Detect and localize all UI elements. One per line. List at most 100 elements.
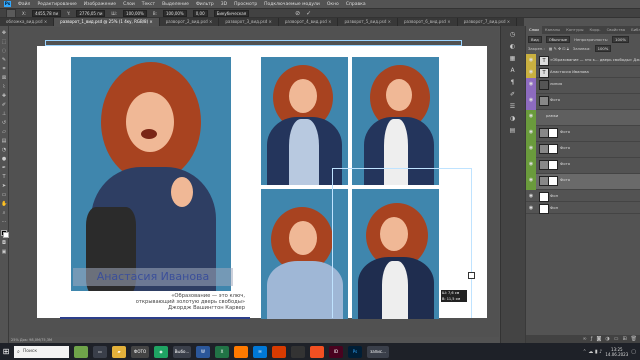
opacity-field[interactable]: 100% [612,36,629,43]
name-caption[interactable]: Анастасия Иванова [73,268,233,286]
layer-row[interactable]: ◉ линия [526,78,640,94]
tab-paths[interactable]: Контуры [563,26,586,34]
layer-row[interactable]: ◉ Фон [526,202,640,214]
menu-edit[interactable]: Редактирование [37,2,76,7]
word-icon[interactable]: W [196,345,210,358]
w-field[interactable]: 100,00% [123,9,147,17]
adjustments-panel-icon[interactable]: ◑ [508,114,517,123]
path-select-tool-icon[interactable]: ➤ [1,183,7,189]
quote-text[interactable]: «Образование — это ключ, открывающий зол… [120,293,245,311]
h-field[interactable]: 100,00% [162,9,187,17]
crop-tool-icon[interactable]: ⌗ [1,66,7,72]
photo-top-left[interactable] [261,57,348,185]
quick-select-tool-icon[interactable]: ✎ [1,57,7,63]
menu-3d[interactable]: 3D [221,2,227,7]
tray-icons[interactable]: ⌃ ☁ ▮ ♪ [582,349,602,355]
tab-adjustments[interactable]: Корр. [587,26,604,34]
visibility-eye-icon[interactable]: ◉ [528,128,534,136]
app-icon[interactable] [310,345,324,358]
interpolation-select[interactable]: Бикубическая [213,9,250,17]
new-group-icon[interactable]: ▭ [614,335,619,343]
layer-row[interactable]: ◉ Фото [526,158,640,174]
tab-document[interactable]: обложка_вид.psd × [0,18,55,26]
tab-document[interactable]: разворот_4_вид.psd × [278,18,339,26]
visibility-eye-icon[interactable]: ◉ [528,192,534,200]
app-icon[interactable] [272,345,286,358]
blur-tool-icon[interactable]: ◔ [1,147,7,153]
menu-window[interactable]: Окно [327,2,339,7]
menu-type[interactable]: Текст [142,2,155,7]
photoshop-icon[interactable]: Ps [348,345,362,358]
move-tool-icon[interactable]: ✥ [1,30,7,36]
cancel-transform-icon[interactable]: ⊘ [295,10,300,17]
transform-tool-icon[interactable] [6,8,16,18]
color-panel-icon[interactable]: ◐ [508,42,517,51]
libraries-panel-icon[interactable]: ▤ [508,126,517,135]
y-field[interactable]: 2776,05 пи [76,9,106,17]
photo-top-right[interactable] [352,57,439,185]
history-brush-tool-icon[interactable]: ↺ [1,120,7,126]
marquee-tool-icon[interactable]: ⬚ [1,39,7,45]
properties-panel-icon[interactable]: ☰ [508,102,517,111]
tab-libraries[interactable]: Библ. [628,26,640,34]
taskbar-app-photos[interactable]: ФОТО [131,345,149,358]
quick-mask-icon[interactable]: ◘ [1,240,7,246]
tab-document-active[interactable]: разворот_1_вид.psd @ 25% (1 4ку, RGB/8) … [54,18,160,26]
app-icon[interactable] [291,345,305,358]
photoshop-logo-icon[interactable]: Ps [4,1,11,7]
layer-row-selected[interactable]: ◉ Фото [526,174,640,190]
blend-mode-select[interactable]: Обычные [545,36,571,43]
brush-tool-icon[interactable]: ✐ [1,102,7,108]
paragraph-panel-icon[interactable]: ¶ [508,78,517,87]
tab-document[interactable]: разворот_6_вид.psd × [398,18,458,26]
clock[interactable]: 13:25 14.06.2023 [605,347,628,357]
gradient-tool-icon[interactable]: ▤ [1,138,7,144]
brush-panel-icon[interactable]: ✐ [508,90,517,99]
transform-handle[interactable] [468,272,475,279]
eraser-tool-icon[interactable]: ▱ [1,129,7,135]
visibility-eye-icon[interactable]: ◉ [528,68,534,76]
layer-name[interactable]: Фото [550,94,560,106]
mail-icon[interactable]: ✉ [253,345,267,358]
frame-tool-icon[interactable]: ⊠ [1,75,7,81]
photo-bottom-left[interactable] [261,189,348,319]
new-layer-icon[interactable]: ⊞ [622,335,626,343]
photo-bottom-right[interactable] [352,189,439,319]
visibility-eye-icon[interactable]: ◉ [528,96,534,104]
layer-name[interactable]: Фон [550,190,558,202]
menu-view[interactable]: Просмотр [234,2,257,7]
visibility-eye-icon[interactable]: ◉ [528,204,534,212]
zoom-tool-icon[interactable]: ⌕ [1,210,7,216]
tab-channels[interactable]: Каналы [542,26,563,34]
visibility-eye-icon[interactable]: ◉ [528,144,534,152]
blue-divider-line[interactable] [60,317,250,319]
stamp-tool-icon[interactable]: ⊥ [1,111,7,117]
eyedropper-tool-icon[interactable]: ⌇ [1,84,7,90]
screen-mode-icon[interactable]: ▣ [1,249,7,255]
tab-document[interactable]: разворот_7_вид.psd × [457,18,518,26]
menu-layers[interactable]: Слои [123,2,135,7]
menu-plugins[interactable]: Подключаемые модули [264,2,320,7]
fill-field[interactable]: 100% [594,44,612,52]
tab-document[interactable]: разворот_2_вид.psd × [159,18,220,26]
layer-kind-filter[interactable]: Вид [528,36,542,43]
visibility-eye-icon[interactable]: ◉ [528,112,534,120]
notification-icon[interactable]: ▢ [631,349,636,355]
tab-document[interactable]: разворот_3_вид.psd × [219,18,279,26]
layer-row[interactable]: ◉ рамки [526,110,640,126]
visibility-eye-icon[interactable]: ◉ [528,160,534,168]
dodge-tool-icon[interactable]: ● [1,156,7,162]
character-panel-icon[interactable]: A [508,66,517,75]
lock-icons[interactable]: ▦ ✎ ✥ ⊡ 🔒︎ [549,46,569,51]
taskbar-search-box[interactable]: ⌕ Поиск [14,345,69,358]
more-tools-icon[interactable]: ⋯ [1,219,7,225]
layer-name[interactable]: «Образование — это к... дверь свободы» Д… [550,54,640,66]
menu-help[interactable]: Справка [346,2,366,7]
tab-layers[interactable]: Слои [526,26,542,34]
windows-start-icon[interactable]: ⊞ [0,343,12,360]
layer-name[interactable]: линия [550,78,562,90]
visibility-eye-icon[interactable]: ◉ [528,80,534,88]
menu-filter[interactable]: Фильтр [196,2,214,7]
excel-icon[interactable]: X [215,345,229,358]
app-icon[interactable] [234,345,248,358]
